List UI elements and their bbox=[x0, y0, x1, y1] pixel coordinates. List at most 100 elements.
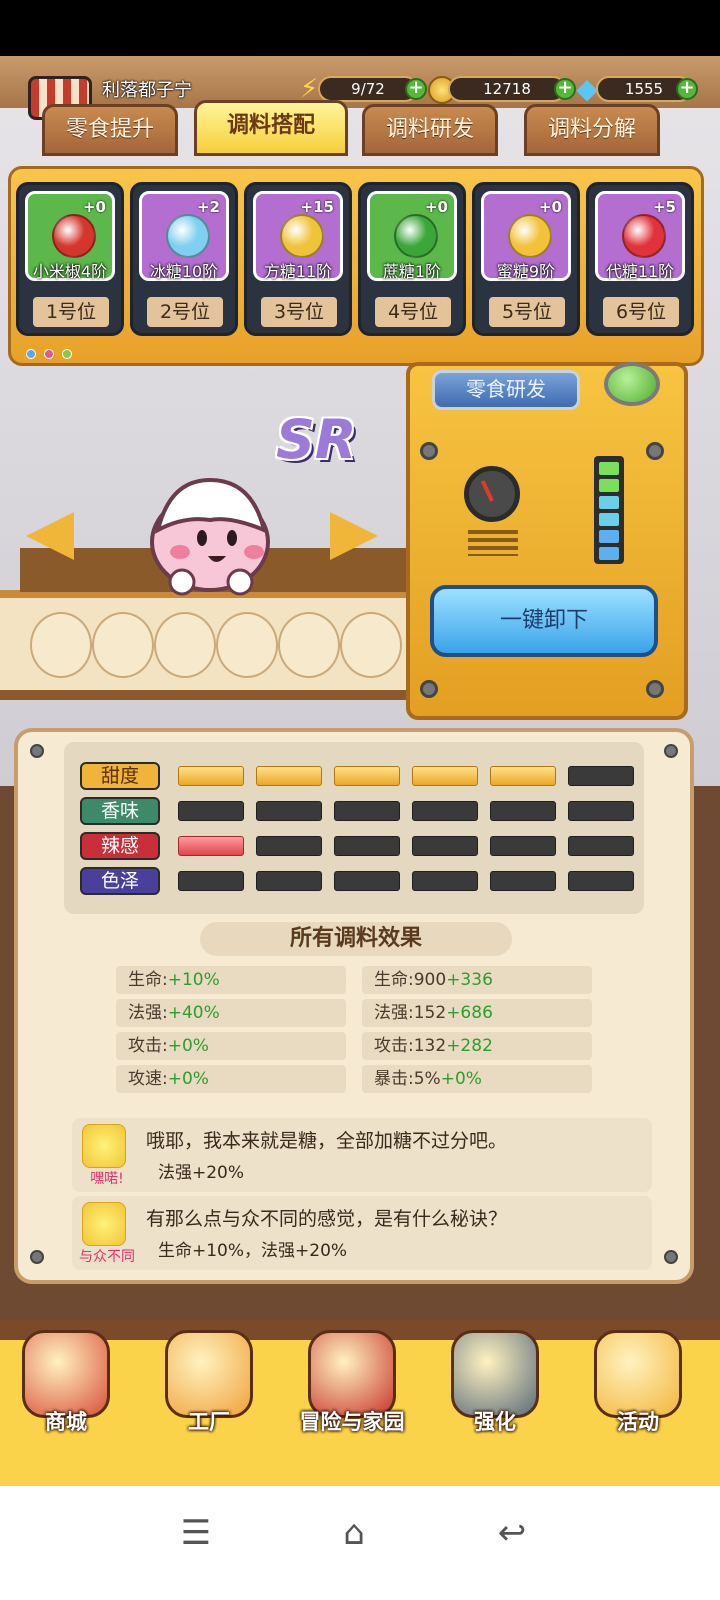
bolt-icon bbox=[646, 680, 664, 698]
enhance-level: +5 bbox=[652, 198, 676, 216]
seasoning-slot[interactable]: +0 蜜糖9阶 5号位 bbox=[472, 182, 580, 336]
candy-face-icon bbox=[82, 1202, 126, 1246]
stat-bar-segment bbox=[490, 871, 556, 891]
enhance-level: +15 bbox=[300, 198, 334, 216]
factory-button[interactable]: 工厂 bbox=[147, 1330, 271, 1450]
stat-label: 甜度 bbox=[80, 762, 160, 790]
stat-label: 色泽 bbox=[80, 867, 160, 895]
stat-bar-segment bbox=[412, 766, 478, 786]
tab-seasoning-research[interactable]: 调料研发 bbox=[362, 104, 498, 156]
enhance-level: +2 bbox=[196, 198, 220, 216]
effect-label: 攻速: bbox=[128, 1069, 168, 1089]
back-icon[interactable]: ↩ bbox=[482, 1508, 542, 1558]
effect-base: 132 bbox=[413, 1036, 447, 1056]
effect-value: +40% bbox=[167, 1003, 220, 1023]
slot-position-label: 5号位 bbox=[489, 297, 565, 327]
effect-row: 生命:900+336 bbox=[362, 966, 592, 994]
stat-bar-segment bbox=[178, 801, 244, 821]
slot-position-label: 3号位 bbox=[261, 297, 337, 327]
green-button-icon[interactable] bbox=[604, 362, 660, 406]
home-icon[interactable]: ⌂ bbox=[324, 1508, 384, 1558]
seasoning-slot[interactable]: +0 小米椒4阶 1号位 bbox=[16, 182, 124, 336]
bond-text: 有那么点与众不同的感觉，是有什么秘诀？ bbox=[146, 1208, 508, 1230]
nav-label: 活动 bbox=[617, 1410, 659, 1434]
stat-bar-segment bbox=[256, 871, 322, 891]
seasoning-card[interactable]: +0 蔗糖1阶 bbox=[367, 191, 457, 281]
effect-value: +0% bbox=[440, 1069, 482, 1089]
bond-effect: 与众不同 有那么点与众不同的感觉，是有什么秘诀？ 生命+10%，法强+20% bbox=[72, 1196, 652, 1270]
effect-row: 法强:152+686 bbox=[362, 999, 592, 1027]
snack-research-button[interactable]: 零食研发 bbox=[432, 370, 580, 410]
effect-value: +0% bbox=[167, 1036, 209, 1056]
coin-counter: 12718 bbox=[448, 76, 566, 102]
adventure-home-button[interactable]: 冒险与家园 bbox=[290, 1330, 414, 1450]
stat-bar-segment bbox=[334, 766, 400, 786]
nav-label: 冒险与家园 bbox=[299, 1410, 405, 1434]
unload-all-button[interactable]: 一键卸下 bbox=[430, 585, 658, 657]
bond-tag: 与众不同 bbox=[79, 1249, 135, 1265]
stat-bar-segment bbox=[334, 871, 400, 891]
menu-icon[interactable]: ☰ bbox=[166, 1508, 226, 1558]
marshmallow-character[interactable] bbox=[140, 460, 280, 600]
bolt-icon bbox=[420, 680, 438, 698]
robot-icon bbox=[451, 1330, 539, 1418]
seasoning-card[interactable]: +0 蜜糖9阶 bbox=[481, 191, 571, 281]
seasoning-card[interactable]: +5 代糖11阶 bbox=[595, 191, 685, 281]
next-arrow-icon[interactable] bbox=[330, 512, 378, 560]
effect-row: 攻击:132+282 bbox=[362, 1032, 592, 1060]
effect-base: 152 bbox=[413, 1003, 447, 1023]
seasoning-card[interactable]: +0 小米椒4阶 bbox=[25, 191, 115, 281]
shop-cart-icon bbox=[22, 1330, 110, 1418]
seasoning-name: 方糖11阶 bbox=[263, 262, 333, 281]
effects-title: 所有调料效果 bbox=[200, 922, 512, 956]
stat-bar-segment bbox=[490, 801, 556, 821]
effect-label: 生命: bbox=[128, 970, 168, 990]
seasoning-slot[interactable]: +15 方糖11阶 3号位 bbox=[244, 182, 352, 336]
bolt-icon bbox=[664, 1250, 678, 1264]
effect-label: 攻击: bbox=[374, 1036, 414, 1056]
stat-bar-segment bbox=[256, 836, 322, 856]
seasoning-icon bbox=[166, 214, 210, 258]
seasoning-card[interactable]: +15 方糖11阶 bbox=[253, 191, 343, 281]
stat-bar-segment bbox=[568, 801, 634, 821]
tab-seasoning-decompose[interactable]: 调料分解 bbox=[524, 104, 660, 156]
tab-snack-upgrade[interactable]: 零食提升 bbox=[42, 104, 178, 156]
adventure-icon bbox=[308, 1330, 396, 1418]
seasoning-icon bbox=[508, 214, 552, 258]
stat-bar-segment bbox=[568, 766, 634, 786]
seasoning-slot[interactable]: +5 代糖11阶 6号位 bbox=[586, 182, 694, 336]
effect-row: 生命:+10% bbox=[116, 966, 346, 994]
effect-value: +686 bbox=[446, 1003, 493, 1023]
stat-bar-segment bbox=[256, 801, 322, 821]
bond-text: 哦耶，我本来就是糖，全部加糖不过分吧。 bbox=[146, 1130, 508, 1152]
seasoning-card[interactable]: +2 冰糖10阶 bbox=[139, 191, 229, 281]
effect-value: +282 bbox=[446, 1036, 493, 1056]
effect-value: +0% bbox=[167, 1069, 209, 1089]
effect-row: 攻速:+0% bbox=[116, 1065, 346, 1093]
shop-button[interactable]: 商城 bbox=[4, 1330, 128, 1450]
stat-bar-segment bbox=[178, 766, 244, 786]
factory-icon bbox=[165, 1330, 253, 1418]
effect-label: 暴击: bbox=[374, 1069, 414, 1089]
add-diamonds-button[interactable]: + bbox=[676, 78, 698, 100]
tab-seasoning-match[interactable]: 调料搭配 bbox=[194, 100, 348, 156]
stat-label: 辣感 bbox=[80, 832, 160, 860]
event-button[interactable]: 活动 bbox=[576, 1330, 700, 1450]
conveyor-belt bbox=[0, 590, 410, 700]
bolt-icon bbox=[646, 442, 664, 460]
bond-tag: 嘿喏! bbox=[90, 1171, 124, 1187]
previous-arrow-icon[interactable] bbox=[26, 512, 74, 560]
enhance-button[interactable]: 强化 bbox=[433, 1330, 557, 1450]
enhance-level: +0 bbox=[82, 198, 106, 216]
rarity-badge: SR bbox=[276, 408, 357, 471]
enhance-level: +0 bbox=[424, 198, 448, 216]
stat-bar-segment bbox=[334, 801, 400, 821]
seasoning-name: 小米椒4阶 bbox=[32, 262, 108, 281]
seasoning-icon bbox=[394, 214, 438, 258]
enhance-level: +0 bbox=[538, 198, 562, 216]
add-energy-button[interactable]: + bbox=[405, 78, 427, 100]
seasoning-slot[interactable]: +2 冰糖10阶 2号位 bbox=[130, 182, 238, 336]
effect-value: +336 bbox=[446, 970, 493, 990]
stat-bar-segment bbox=[334, 836, 400, 856]
seasoning-slot[interactable]: +0 蔗糖1阶 4号位 bbox=[358, 182, 466, 336]
